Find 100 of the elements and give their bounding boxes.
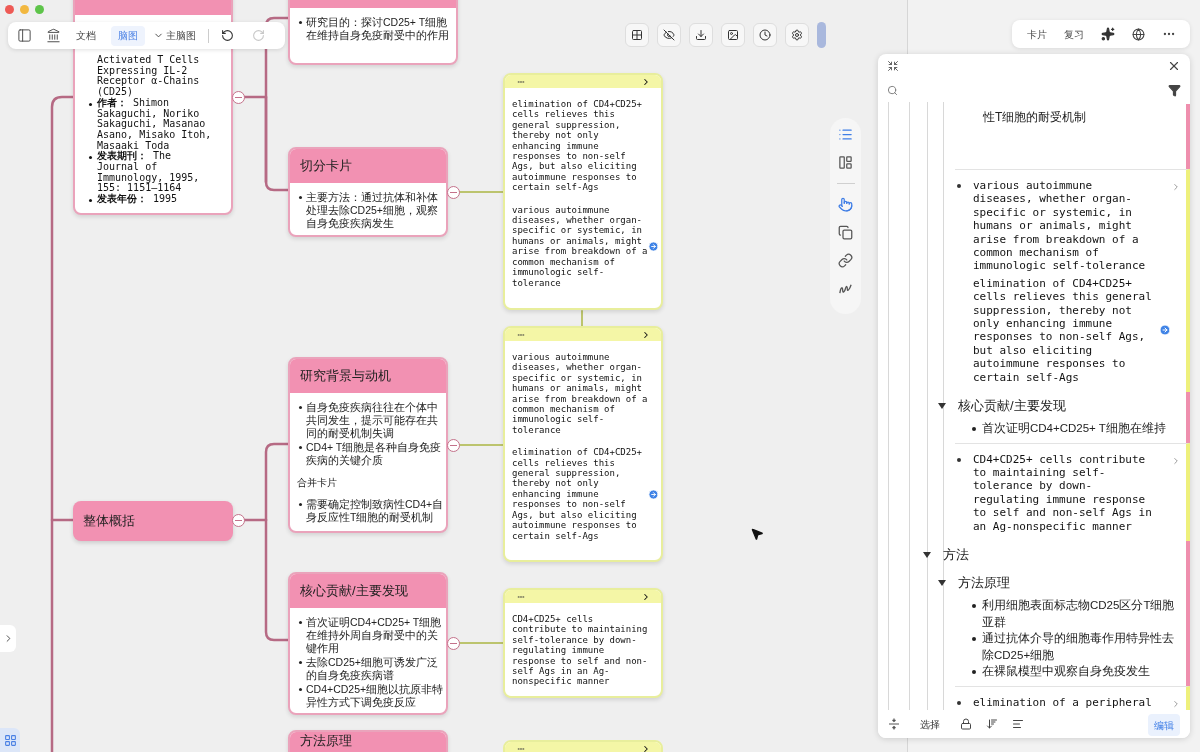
note-text: elimination of CD4+CD25+ cells relieves this general suppression, thereby not only enhancing immune responses to non-self Ags, but also eliciting autoimmune responses to certain self-Ags [512,99,644,193]
grid-icon [631,29,643,41]
outline-text: 利用细胞表面标志物CD25区分T细胞亚群 [982,598,1176,630]
settings-button[interactable] [785,23,809,47]
eye-off-button[interactable] [657,23,681,47]
caret-icon[interactable] [922,551,932,560]
settings-icon [791,29,803,41]
note-card[interactable]: CD4+CD25+ cells contribute to maintaining self-tolerance by down-regulating immune response to self and non-self Ags in an Ag-nonspecific manner [955,442,1190,542]
bank-icon[interactable] [46,28,61,43]
outline-text: 性T细胞的耐受机制 [983,110,1087,124]
collapse-button[interactable] [447,186,460,199]
chevron-right-icon[interactable] [641,329,651,340]
bullet-text: CD4+ T细胞是各种自身免疫疾病的关键介质 [299,441,444,467]
note-card[interactable] [503,73,663,310]
copy-icon[interactable] [838,225,853,240]
pointer-icon[interactable] [838,197,853,212]
outline-heading[interactable]: 方法原理 [958,573,1010,593]
outline-text: 首次证明CD4+CD25+ T细胞在维持 [982,421,1166,437]
search-icon[interactable] [887,84,898,96]
card-text: Activated T Cells Expressing IL-2 Receptor α-Chains (CD25) [96,55,201,98]
caret-icon[interactable] [937,579,947,588]
subheading: 合并卡片 [297,476,338,490]
lock-icon[interactable] [960,718,972,730]
topic-title: 切分卡片 [290,149,446,183]
list-icon[interactable] [838,127,853,142]
sparkle-icon[interactable] [1100,27,1115,41]
split-icon[interactable] [888,718,900,730]
connector-line [458,642,504,644]
undo-icon[interactable] [221,29,234,42]
note-card[interactable]: CD4+CD25+ cells contribute to maintaining self-tolerance by down-regulating immune response to self and non-self Ags in an Ag-nonspecific manner [503,588,663,698]
image-button[interactable] [721,23,745,47]
bullet-text: 去除CD25+细胞可诱发广泛的自身免疫疾病谱 [299,656,444,682]
apps-button[interactable] [0,728,20,752]
topic-title: 核心贡献/主要发现 [290,574,446,608]
view-tab[interactable]: 文档 [69,25,103,46]
clock-button[interactable] [753,23,777,47]
bullet-text: 首次证明CD4+CD25+ T细胞在维持外周自身耐受中的关键作用 [299,616,444,655]
outline-text: 通过抗体介导的细胞毒作用特异性去除CD25+细胞 [982,631,1175,663]
footer-button[interactable]: 选择 [914,713,946,735]
note-card[interactable] [503,326,663,562]
download-icon [695,29,707,41]
topic-card[interactable]: 研究背景与动机 自身免疫疾病往往在个体中共同发生，提示可能存在共同的耐受机制失调 CD4+ T细胞是各种自身免疫疾病的关键介质 合并卡片 需要确定控制致病性CD4+自身反应性T细胞的耐受机制 [288,357,448,533]
outline-text: 在裸鼠模型中观察自身免疫发生 [982,664,1150,680]
bullet-text: 自身免疫疾病往往在个体中共同发生，提示可能存在共同的耐受机制失调 [299,401,444,440]
toolbar-button[interactable]: 复习 [1063,26,1084,42]
scroll-handle[interactable] [817,22,826,48]
link-icon[interactable] [838,253,853,268]
connector-line [581,310,583,327]
grid-button[interactable] [625,23,649,47]
note-text: CD4+CD25+ cells contribute to maintaining self-tolerance by down-regulating immune response to self and non-self Ags in an Ag-nonspecific manner [973,452,1153,534]
download-button[interactable] [689,23,713,47]
note-text: various autoimmune diseases, whether organ-specific or systemic, in humans or animals, might arise from breakdown of a common mechanism of immunologic self-tolerance [512,204,648,288]
outline-heading[interactable]: 方法 [943,545,969,565]
close-icon[interactable] [1167,59,1181,73]
chevron-right-icon[interactable] [641,591,651,602]
sidebar-icon[interactable] [16,28,33,43]
note-card[interactable]: elimination of a peripheral [955,685,1190,710]
chevron-right-icon[interactable] [641,743,651,752]
connector-line [458,191,504,193]
clock-icon [759,29,771,41]
arrow-right-icon[interactable] [648,240,659,252]
note-text: various autoimmune diseases, whether organ-specific or systemic, in humans or animals, might arise from breakdown of a common mechanism of immunologic self-tolerance [973,179,1147,273]
align-icon[interactable] [1012,718,1024,730]
eye-off-icon [663,29,675,41]
collapse-icon[interactable] [887,60,899,72]
layout-icon[interactable] [838,155,853,170]
collapse-button[interactable] [447,439,460,452]
note-text: elimination of a peripheral [973,695,1153,709]
arrow-right-icon[interactable] [648,488,659,500]
note-text: CD4+CD25+ cells contribute to maintaining self-tolerance by down-regulating immune response to self and non-self Ags in an Ag-nonspecific manner [512,614,648,687]
collapse-button[interactable] [232,91,245,104]
collapse-button[interactable] [447,637,460,650]
note-text: various autoimmune diseases, whether organ-specific or systemic, in humans or animals, might arise from breakdown of a common mechanism of immunologic self-tolerance [512,352,648,436]
sort-icon[interactable] [986,718,998,730]
outline-heading[interactable]: 核心贡献/主要发现 [958,396,1066,416]
chevron-right-icon[interactable] [641,76,651,87]
root-topic[interactable]: 整体概括 [73,501,233,541]
collapse-button[interactable] [232,514,245,527]
topic-card[interactable]: 切分卡片 主要方法：通过抗体和补体处理去除CD25+细胞，观察自身免疫疾病发生 [288,147,448,237]
bullet-text: 研究目的：探讨CD25+ T细胞在维持自身免疫耐受中的作用 [299,16,454,42]
note-text: elimination of CD4+CD25+ cells relieves this general suppression, thereby not only enhancing immune responses to non-self Ags, but also eliciting autoimmune responses to certain self-Ags [512,447,644,541]
image-icon [727,29,739,41]
topic-card[interactable]: 方法原理 [288,730,448,752]
topic-card[interactable]: 研究目的：探讨CD25+ T细胞在维持自身免疫耐受中的作用 [288,0,458,65]
globe-icon[interactable] [1131,27,1145,41]
cursor-icon [750,527,764,541]
caret-icon[interactable] [937,402,947,411]
filter-icon[interactable] [1168,83,1181,97]
toolbar-button[interactable]: 卡片 [1026,26,1047,42]
close-window-icon[interactable] [5,5,14,14]
map-picker[interactable]: 主脑图 [153,28,196,43]
bullet-text: 发表年份： 1995 [89,194,219,205]
footer-button[interactable]: 编辑 [1148,714,1180,737]
topic-card[interactable]: 核心贡献/主要发现 首次证明CD4+CD25+ T细胞在维持外周自身耐受中的关键作用 去除CD25+细胞可诱发广泛的自身免疫疾病谱 CD4+CD25+细胞以抗原非特异性方式下调免疫反应 [288,572,448,715]
bullet-text: 需要确定控制致病性CD4+自身反应性T细胞的耐受机制 [299,498,444,524]
arrow-right-icon[interactable] [1159,324,1171,337]
view-tab[interactable]: 脑图 [111,25,145,46]
topic-title: 研究背景与动机 [290,359,446,393]
grid-icon [3,733,17,747]
bullet-text: CD4+CD25+细胞以抗原非特异性方式下调免疫反应 [299,683,444,709]
